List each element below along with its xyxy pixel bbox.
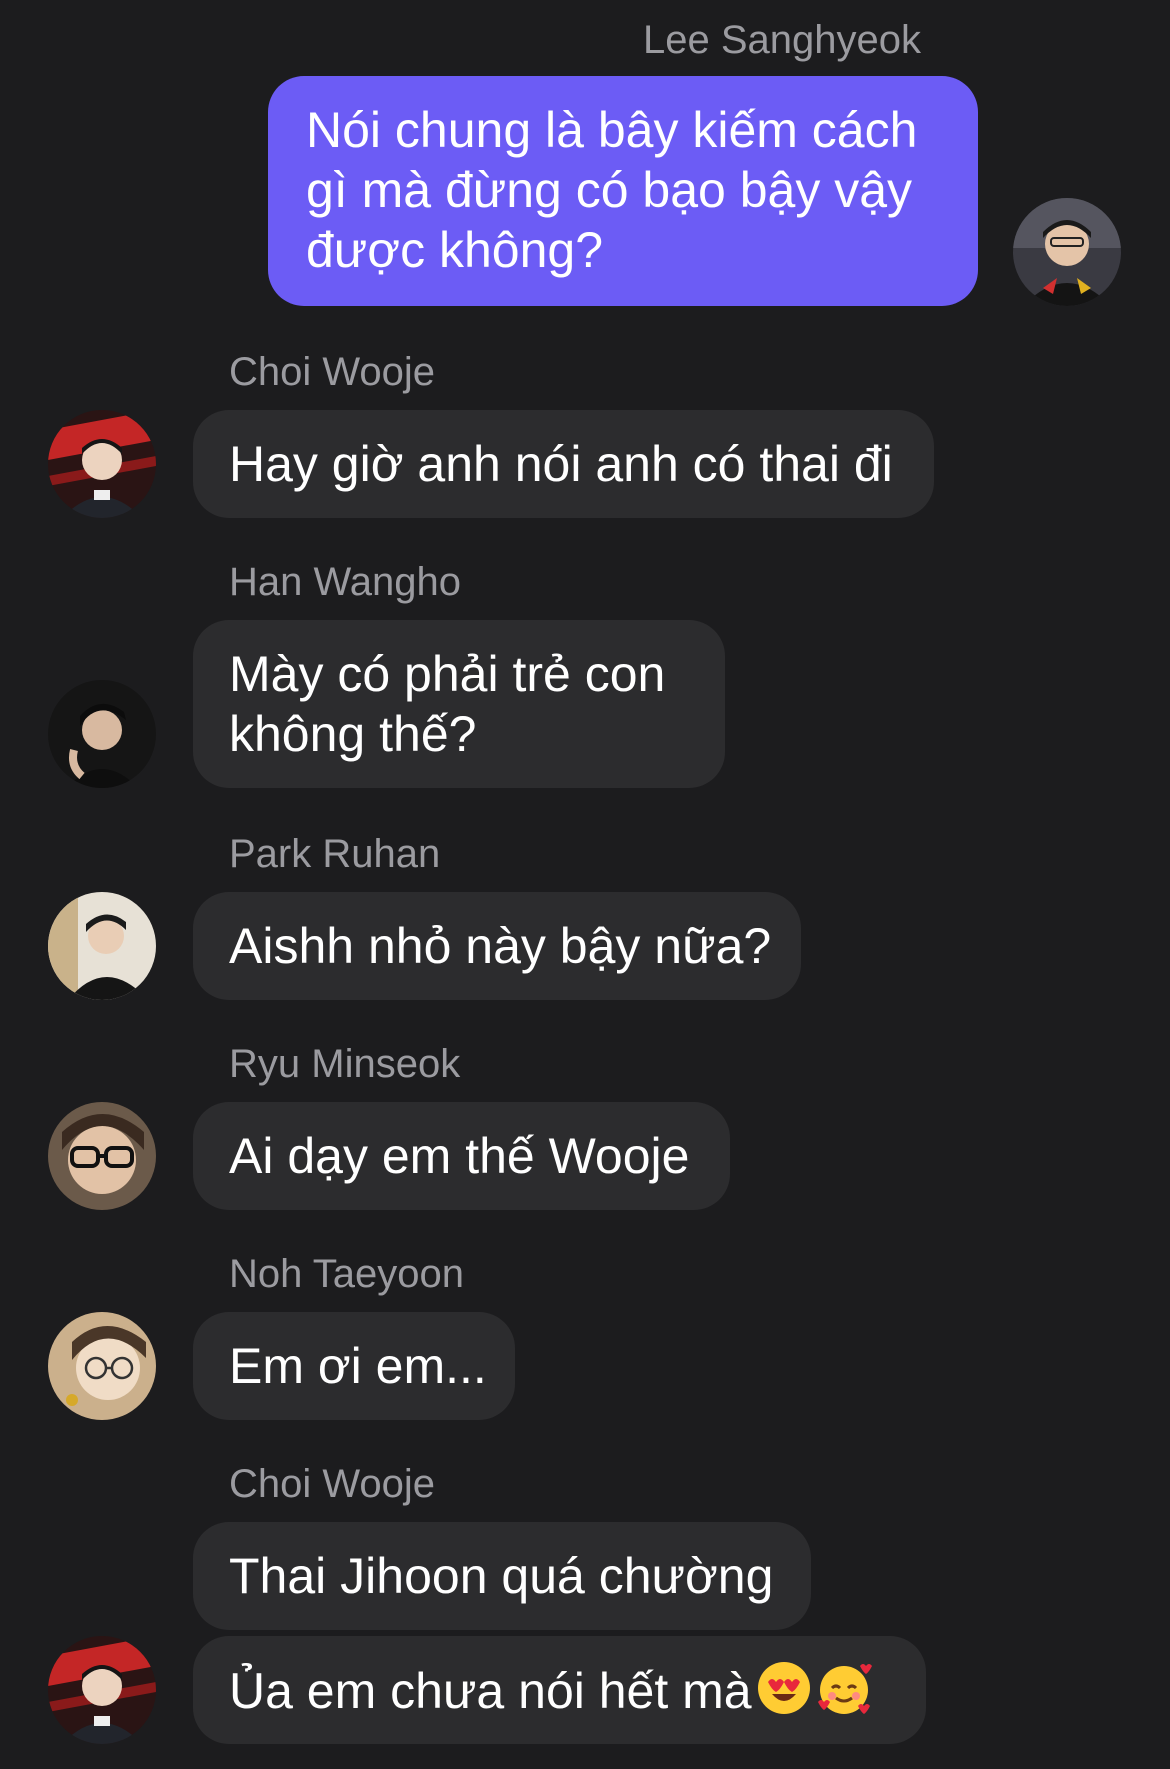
message-bubble-incoming[interactable]: Mày có phải trẻ con không thế? — [193, 620, 725, 788]
message-line: Hay giờ anh nói anh có thai đi — [229, 436, 893, 492]
message-line: Aishh nhỏ này bậy nữa? — [229, 918, 772, 974]
message-bubble-outgoing[interactable]: Nói chung là bây kiếm cách gì mà đừng có… — [268, 76, 978, 306]
message-line: Mày có phải trẻ con — [229, 646, 666, 702]
sender-name-ryu-minseok: Ryu Minseok — [229, 1042, 461, 1086]
avatar-han-wangho[interactable] — [48, 680, 156, 788]
message-line: Ủa em chưa nói hết mà — [229, 1663, 752, 1719]
sender-name-choi-wooje: Choi Wooje — [229, 350, 436, 394]
avatar-ryu-minseok[interactable] — [48, 1102, 156, 1210]
message-line: Thai Jihoon quá chường — [229, 1548, 774, 1604]
message-line: Nói chung là bây kiếm cách — [306, 102, 918, 158]
message-bubble-incoming[interactable]: Ai dạy em thế Wooje — [193, 1102, 730, 1210]
message-bubble-incoming[interactable]: Hay giờ anh nói anh có thai đi — [193, 410, 934, 518]
sender-name-choi-wooje: Choi Wooje — [229, 1462, 436, 1506]
sender-name-lee-sanghyeok: Lee Sanghyeok — [643, 18, 922, 62]
smiling-hearts-emoji — [816, 1660, 872, 1716]
message-line: gì mà đừng có bạo bậy vậy — [306, 162, 913, 218]
avatar-choi-wooje[interactable] — [48, 410, 156, 518]
sender-name-han-wangho: Han Wangho — [229, 560, 461, 604]
sender-name-park-ruhan: Park Ruhan — [229, 832, 441, 876]
message-bubble-incoming[interactable]: Aishh nhỏ này bậy nữa? — [193, 892, 801, 1000]
avatar-choi-wooje[interactable] — [48, 1636, 156, 1744]
message-line: không thế? — [229, 706, 477, 762]
message-bubble-incoming[interactable]: Ủa em chưa nói hết mà — [193, 1636, 926, 1744]
message-bubble-incoming[interactable]: Em ơi em... — [193, 1312, 515, 1420]
avatar-park-ruhan[interactable] — [48, 892, 156, 1000]
message-line: được không? — [306, 222, 603, 278]
avatar-noh-taeyoon[interactable] — [48, 1312, 156, 1420]
avatar-lee-sanghyeok[interactable] — [1013, 198, 1121, 306]
message-bubble-incoming[interactable]: Thai Jihoon quá chường — [193, 1522, 811, 1630]
sender-name-noh-taeyoon: Noh Taeyoon — [229, 1252, 464, 1296]
message-line: Ai dạy em thế Wooje — [229, 1128, 690, 1184]
heart-eyes-emoji — [756, 1660, 812, 1716]
message-line: Em ơi em... — [229, 1338, 487, 1394]
